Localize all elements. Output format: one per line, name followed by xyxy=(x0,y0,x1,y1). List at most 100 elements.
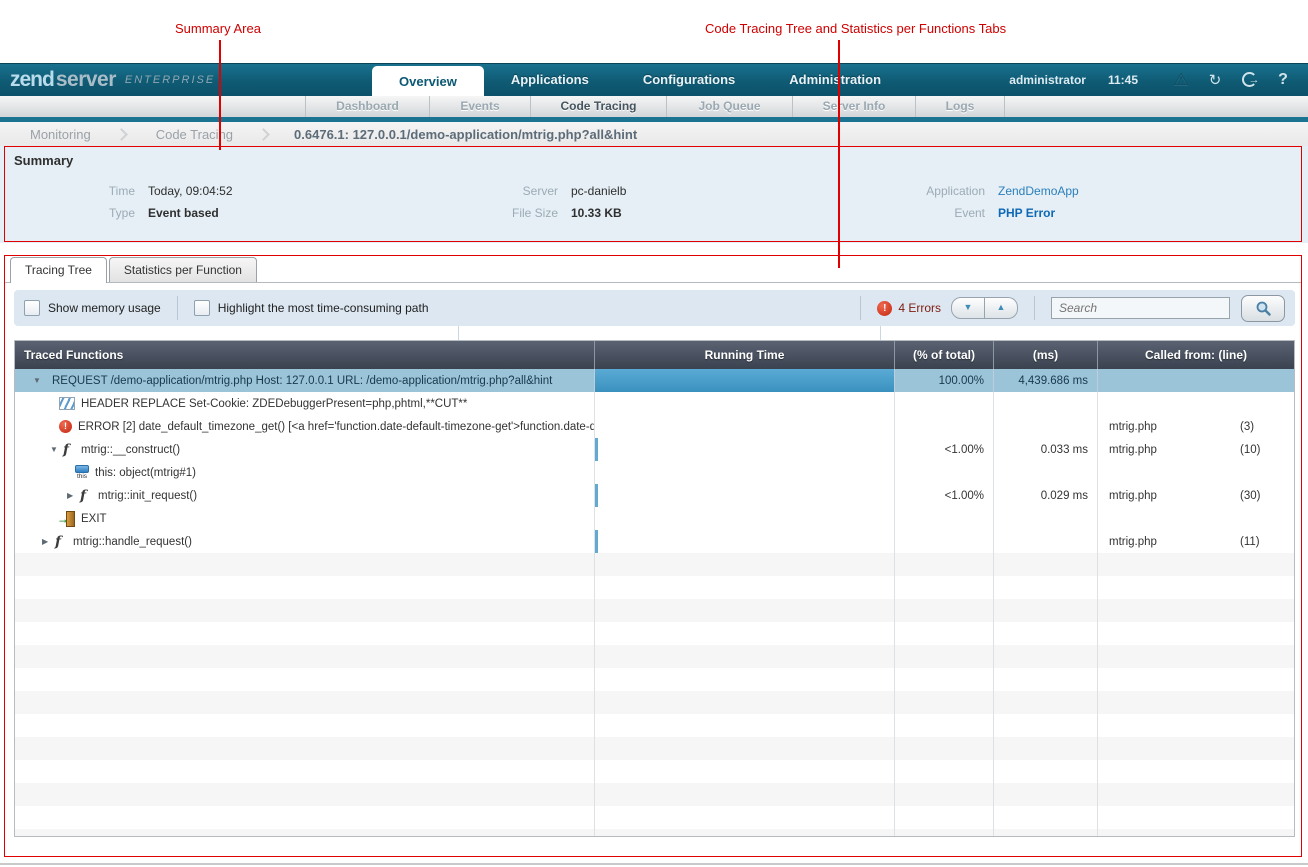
annotation-tabs: Code Tracing Tree and Statistics per Fun… xyxy=(705,21,1006,36)
subtab-server-info[interactable]: Server Info xyxy=(792,96,915,117)
error-nav-buttons: ▼ ▲ xyxy=(951,297,1018,319)
event-link[interactable]: PHP Error xyxy=(998,206,1055,220)
traced-function-label: HEADER REPLACE Set-Cookie: ZDEDebuggerPr… xyxy=(81,398,467,410)
table-row[interactable]: ! ERROR [2] date_default_timezone_get() … xyxy=(15,415,1294,438)
table-row-empty xyxy=(15,622,1294,645)
table-row-empty xyxy=(15,668,1294,691)
summary-panel: Summary Time Today, 09:04:52 Type Event … xyxy=(0,146,1308,243)
breadcrumb-current-trace: 0.6476.1: 127.0.0.1/demo-application/mtr… xyxy=(294,127,637,142)
traced-function-label: REQUEST /demo-application/mtrig.php Host… xyxy=(52,375,552,387)
user-name[interactable]: administrator xyxy=(1009,73,1086,87)
col-ms: (ms) xyxy=(994,341,1098,369)
table-row[interactable]: HEADER REPLACE Set-Cookie: ZDEDebuggerPr… xyxy=(15,392,1294,415)
toolbar-divider xyxy=(1034,296,1035,320)
table-row[interactable]: ▼f mtrig::__construct() <1.00% 0.033 ms … xyxy=(15,438,1294,461)
pct-of-total-cell: <1.00% xyxy=(895,438,994,461)
table-row-empty xyxy=(15,645,1294,668)
breadcrumb-code-tracing[interactable]: Code Tracing xyxy=(156,127,233,142)
subtab-code-tracing[interactable]: Code Tracing xyxy=(530,96,666,117)
pct-of-total-cell xyxy=(895,530,994,553)
ms-cell: 0.029 ms xyxy=(994,484,1098,507)
traced-function-label: EXIT xyxy=(81,513,107,525)
annotation-summary-area: Summary Area xyxy=(175,21,261,36)
help-icon[interactable]: ? xyxy=(1270,71,1296,89)
clock-time: 11:45 xyxy=(1108,73,1138,87)
table-row[interactable]: ▼ REQUEST /demo-application/mtrig.php Ho… xyxy=(15,369,1294,392)
table-row[interactable]: this this: object(mtrig#1) xyxy=(15,461,1294,484)
subtab-logs[interactable]: Logs xyxy=(915,96,1005,117)
next-error-button[interactable]: ▲ xyxy=(985,297,1018,319)
row-icon: → xyxy=(57,511,75,527)
table-row-empty xyxy=(15,760,1294,783)
table-row-empty xyxy=(15,783,1294,806)
tab-configurations[interactable]: Configurations xyxy=(616,63,762,96)
running-time-cell xyxy=(595,507,895,530)
row-icon: ▼f xyxy=(50,442,75,458)
chevron-right-icon xyxy=(115,128,128,141)
col-traced-functions: Traced Functions xyxy=(15,341,595,369)
table-header: Traced Functions Running Time (% of tota… xyxy=(15,341,1294,369)
table-row[interactable]: ▶f mtrig::init_request() <1.00% 0.029 ms… xyxy=(15,484,1294,507)
ms-cell: 0.033 ms xyxy=(994,438,1098,461)
file-size-label: File Size xyxy=(430,206,558,220)
show-memory-usage-checkbox[interactable] xyxy=(24,300,40,316)
search-input[interactable] xyxy=(1051,297,1230,319)
traced-function-label: ERROR [2] date_default_timezone_get() [<… xyxy=(78,421,595,433)
traced-function-label: mtrig::__construct() xyxy=(81,444,180,456)
type-value: Event based xyxy=(148,206,219,220)
tab-administration[interactable]: Administration xyxy=(762,63,908,96)
called-from-line: (11) xyxy=(1240,536,1260,548)
toolbar-divider xyxy=(860,296,861,320)
running-time-cell xyxy=(595,461,895,484)
time-value: Today, 09:04:52 xyxy=(148,184,233,198)
server-label: Server xyxy=(430,184,558,198)
subtab-events[interactable]: Events xyxy=(429,96,530,117)
traced-function-label: mtrig::init_request() xyxy=(98,490,197,502)
application-link[interactable]: ZendDemoApp xyxy=(998,184,1079,198)
header-right: administrator 11:45 ⚠ ↻ → ? xyxy=(1009,63,1296,96)
previous-error-button[interactable]: ▼ xyxy=(951,297,985,319)
type-label: Type xyxy=(30,206,135,220)
table-row-empty xyxy=(15,553,1294,576)
summary-col-1: Time Today, 09:04:52 Type Event based xyxy=(30,180,233,224)
traced-function-cell: this this: object(mtrig#1) xyxy=(15,461,595,484)
row-icon: ▼ xyxy=(33,376,46,385)
breadcrumb-monitoring[interactable]: Monitoring xyxy=(30,127,91,142)
highlight-path-checkbox[interactable] xyxy=(194,300,210,316)
traced-function-cell: ! ERROR [2] date_default_timezone_get() … xyxy=(15,415,595,438)
refresh-icon[interactable]: ↻ xyxy=(1202,71,1228,89)
server-value: pc-danielb xyxy=(571,184,626,198)
traced-function-cell: ▼f mtrig::__construct() xyxy=(15,438,595,461)
tab-applications[interactable]: Applications xyxy=(484,63,616,96)
chevron-right-icon xyxy=(257,128,270,141)
running-time-cell xyxy=(595,438,895,461)
ms-cell xyxy=(994,392,1098,415)
called-from-file: mtrig.php xyxy=(1109,444,1240,456)
subtab-dashboard[interactable]: Dashboard xyxy=(305,96,429,117)
running-time-cell xyxy=(595,415,895,438)
summary-title: Summary xyxy=(14,153,73,168)
called-from-file: mtrig.php xyxy=(1109,490,1240,502)
table-row-empty xyxy=(15,829,1294,837)
main-nav-tabs: Overview Applications Configurations Adm… xyxy=(372,63,908,96)
pct-of-total-cell: <1.00% xyxy=(895,484,994,507)
tab-statistics-per-function[interactable]: Statistics per Function xyxy=(109,257,257,282)
warning-icon[interactable]: ⚠ xyxy=(1168,70,1194,90)
ms-cell xyxy=(994,507,1098,530)
page-bottom-edge xyxy=(0,863,1308,865)
subtab-job-queue[interactable]: Job Queue xyxy=(666,96,792,117)
file-size-value: 10.33 KB xyxy=(571,206,622,220)
table-row-empty xyxy=(15,714,1294,737)
pct-of-total-cell xyxy=(895,507,994,530)
logout-icon[interactable]: → xyxy=(1236,71,1262,89)
table-row[interactable]: ▶f mtrig::handle_request() mtrig.php (11… xyxy=(15,530,1294,553)
tab-overview[interactable]: Overview xyxy=(372,66,484,96)
tab-tracing-tree[interactable]: Tracing Tree xyxy=(10,257,107,283)
search-button[interactable] xyxy=(1241,295,1285,322)
table-row[interactable]: → EXIT xyxy=(15,507,1294,530)
error-badge-icon: ! xyxy=(877,301,892,316)
pct-of-total-cell: 100.00% xyxy=(895,369,994,392)
table-row-empty xyxy=(15,691,1294,714)
traced-function-cell: ▶f mtrig::init_request() xyxy=(15,484,595,507)
traced-function-label: this: object(mtrig#1) xyxy=(95,467,196,479)
